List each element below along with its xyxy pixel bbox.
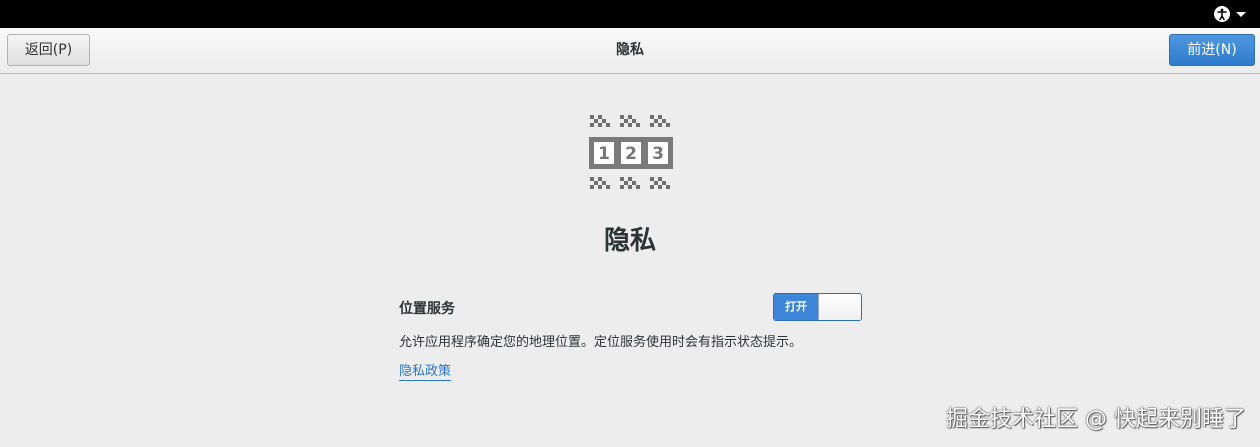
header-bar: 隐私 返回(P) 前进(N) (0, 28, 1260, 74)
location-service-label: 位置服务 (399, 301, 455, 317)
accessibility-icon[interactable] (1214, 6, 1230, 22)
privacy-heading: 隐私 (603, 226, 656, 256)
privacy-numbers-icon: 1 2 3 (589, 115, 673, 189)
next-button[interactable]: 前进(N) (1169, 34, 1255, 66)
privacy-policy-link[interactable]: 隐私政策 (399, 360, 452, 381)
checker-bottom (590, 177, 670, 189)
digit-3: 3 (652, 144, 664, 164)
system-top-bar (0, 0, 1260, 28)
location-service-toggle[interactable]: 打开 (773, 293, 862, 321)
digit-2: 2 (625, 144, 637, 164)
system-menu[interactable] (1214, 5, 1246, 23)
chevron-down-icon[interactable] (1236, 11, 1246, 17)
checker-top (590, 115, 670, 127)
digit-1: 1 (598, 144, 610, 164)
watermark-text: 掘金技术社区 @ 快起来别睡了 (946, 407, 1246, 432)
back-button[interactable]: 返回(P) (7, 34, 90, 66)
location-service-description: 允许应用程序确定您的地理位置。定位服务使用时会有指示状态提示。 (399, 335, 803, 350)
toggle-on-label: 打开 (774, 294, 818, 320)
toggle-knob[interactable] (818, 294, 861, 320)
page-title: 隐私 (616, 42, 644, 58)
